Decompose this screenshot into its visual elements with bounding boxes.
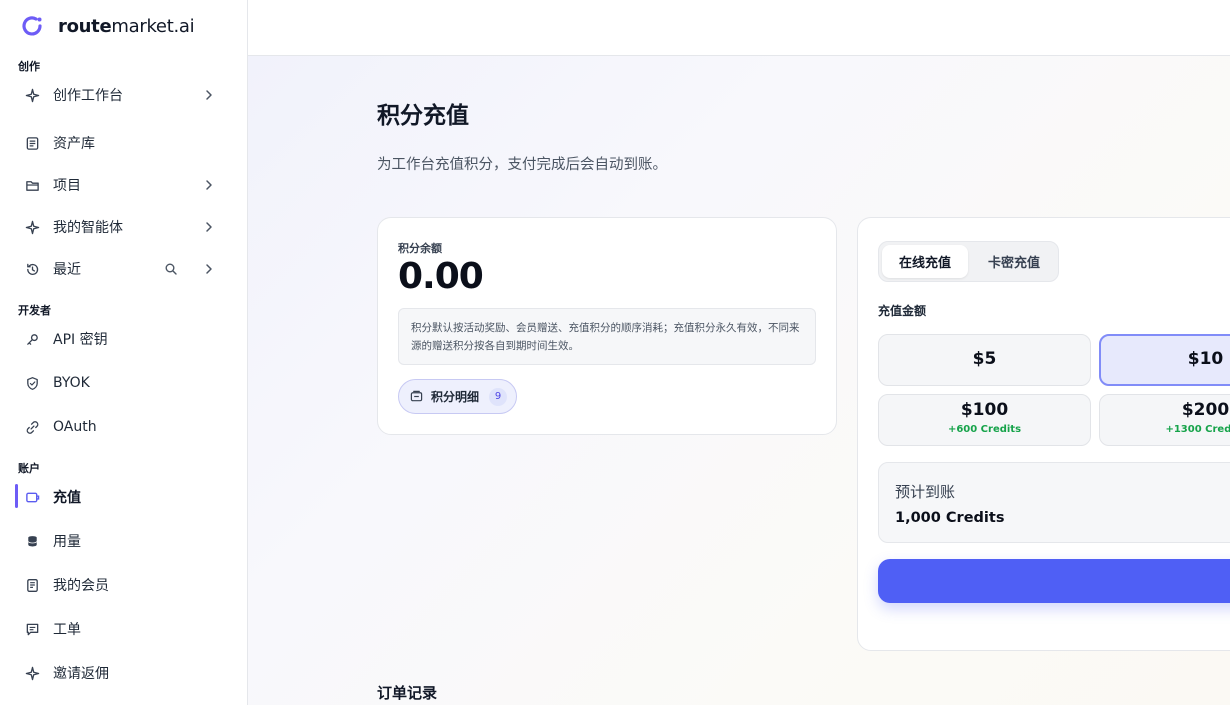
estimate-label: 预计到账 xyxy=(895,483,956,501)
sidebar-item-label: 用量 xyxy=(53,534,81,550)
amount-label: 充值金额 xyxy=(878,304,927,318)
balance-value: 0.00 xyxy=(398,256,484,297)
points-detail-button[interactable]: 积分明细 9 xyxy=(398,379,517,414)
sidebar-item-projects[interactable]: 项目 xyxy=(14,167,234,203)
sidebar-item-label: API 密钥 xyxy=(53,332,108,348)
main-content: 积分充值 为工作台充值积分，支付完成后会自动到账。 积分余额 0.00 积分默认… xyxy=(248,56,1230,705)
chevron-right-icon xyxy=(206,222,212,232)
sidebar-item-usage[interactable]: 用量 xyxy=(14,523,234,559)
orders-section-title: 订单记录 xyxy=(377,684,438,702)
sidebar-item-oauth[interactable]: OAuth xyxy=(14,409,234,445)
wallet-icon xyxy=(24,489,40,505)
recharge-tabs: 在线充值 卡密充值 xyxy=(878,241,1059,282)
sidebar-item-tickets[interactable]: 工单 xyxy=(14,611,234,647)
chevron-right-icon xyxy=(206,90,212,100)
points-detail-count-badge: 9 xyxy=(489,387,508,406)
sidebar-item-byok[interactable]: BYOK xyxy=(14,365,234,401)
sidebar-item-label: BYOK xyxy=(53,375,90,391)
history-icon xyxy=(24,261,40,277)
amount-bonus: +600 Credits xyxy=(947,424,1022,435)
top-bar xyxy=(248,0,1230,56)
sidebar-item-label: 充值 xyxy=(53,490,81,506)
brand-name: routemarket.ai xyxy=(58,15,195,37)
amount-value: $10 xyxy=(1187,349,1224,369)
sidebar: routemarket.ai 创作 创作工作台 资产库 项目 我的智能体 最近 … xyxy=(0,0,248,705)
sidebar-item-label: 工单 xyxy=(53,622,81,638)
sidebar-item-label: 邀请返佣 xyxy=(53,666,109,682)
pay-button[interactable] xyxy=(878,559,1230,603)
folder-icon xyxy=(24,177,40,193)
chevron-right-icon xyxy=(206,264,212,274)
tab-card-code-recharge[interactable]: 卡密充值 xyxy=(972,245,1056,278)
sidebar-item-library[interactable]: 资产库 xyxy=(14,125,234,161)
page-title: 积分充值 xyxy=(377,103,469,129)
section-label-create: 创作 xyxy=(18,60,40,73)
estimate-value: 1,000 Credits xyxy=(895,510,1005,526)
sidebar-item-agents[interactable]: 我的智能体 xyxy=(14,209,234,245)
amount-option-200[interactable]: $200 +1300 Credits xyxy=(1099,394,1230,446)
sidebar-item-label: 我的会员 xyxy=(53,578,109,594)
section-label-account: 账户 xyxy=(18,462,40,475)
shield-icon xyxy=(24,375,40,391)
points-detail-label: 积分明细 xyxy=(431,390,480,404)
logo-icon xyxy=(22,16,42,36)
sidebar-item-workbench[interactable]: 创作工作台 xyxy=(14,77,234,113)
sidebar-item-label: 最近 xyxy=(53,262,81,278)
amount-value: $5 xyxy=(972,349,997,369)
page-subtitle: 为工作台充值积分，支付完成后会自动到账。 xyxy=(377,157,667,173)
amount-value: $100 xyxy=(960,400,1009,420)
message-icon xyxy=(24,621,40,637)
amount-bonus: +1300 Credits xyxy=(1165,424,1230,435)
library-icon xyxy=(24,135,40,151)
balance-card: 积分余额 0.00 积分默认按活动奖励、会员赠送、充值积分的顺序消耗；充值积分永… xyxy=(377,217,837,435)
amount-option-10[interactable]: $10 xyxy=(1099,334,1230,386)
section-label-developer: 开发者 xyxy=(18,304,51,317)
sidebar-item-label: 我的智能体 xyxy=(53,220,123,236)
amount-option-5[interactable]: $5 xyxy=(878,334,1091,386)
balance-note: 积分默认按活动奖励、会员赠送、充值积分的顺序消耗；充值积分永久有效，不同来源的赠… xyxy=(398,308,816,365)
member-card-icon xyxy=(24,577,40,593)
sparkle-icon xyxy=(24,87,40,103)
sidebar-item-label: 创作工作台 xyxy=(53,88,123,104)
amount-value: $200 xyxy=(1181,400,1230,420)
balance-label: 积分余额 xyxy=(398,242,442,255)
database-icon xyxy=(24,533,40,549)
sidebar-item-recharge[interactable]: 充值 xyxy=(14,479,234,515)
chevron-right-icon xyxy=(206,180,212,190)
sidebar-item-api-keys[interactable]: API 密钥 xyxy=(14,321,234,357)
amount-option-100[interactable]: $100 +600 Credits xyxy=(878,394,1091,446)
sidebar-item-referral[interactable]: 邀请返佣 xyxy=(14,655,234,691)
key-icon xyxy=(24,331,40,347)
sidebar-item-membership[interactable]: 我的会员 xyxy=(14,567,234,603)
sparkle-icon xyxy=(24,665,40,681)
search-icon[interactable] xyxy=(164,262,178,276)
sidebar-item-label: OAuth xyxy=(53,419,97,435)
sidebar-item-label: 项目 xyxy=(53,178,81,194)
link-icon xyxy=(24,419,40,435)
estimate-box: 预计到账 1,000 Credits xyxy=(878,462,1230,543)
sidebar-item-recent[interactable]: 最近 xyxy=(14,251,234,287)
sparkle-icon xyxy=(24,219,40,235)
tab-online-recharge[interactable]: 在线充值 xyxy=(882,245,968,278)
recharge-card: 在线充值 卡密充值 充值金额 $5 $10 $100 +600 Credits … xyxy=(857,217,1230,651)
receipt-icon xyxy=(410,390,423,402)
brand-logo[interactable]: routemarket.ai xyxy=(20,14,195,38)
sidebar-item-label: 资产库 xyxy=(53,136,95,152)
